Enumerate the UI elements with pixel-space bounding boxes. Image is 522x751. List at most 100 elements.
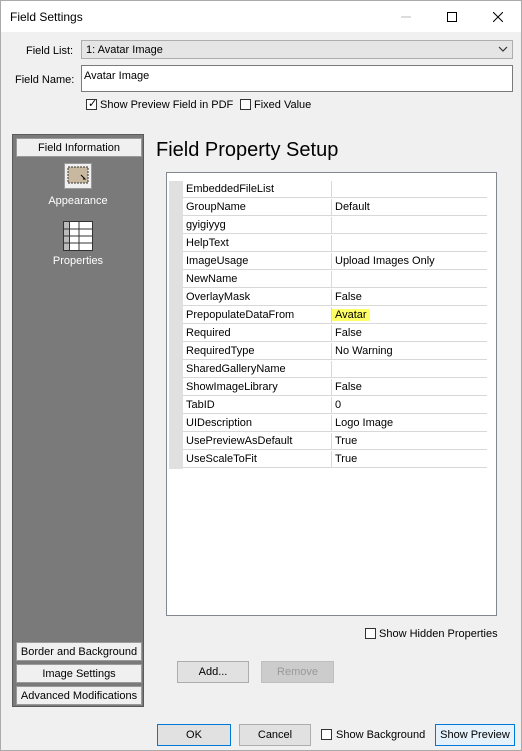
- row-gutter: [169, 307, 183, 325]
- checkmark-icon: ✓: [88, 98, 98, 110]
- property-value[interactable]: False: [332, 325, 487, 342]
- row-gutter: [169, 199, 183, 217]
- row-gutter: [169, 415, 183, 433]
- property-row[interactable]: PrepopulateDataFrom Avatar: [167, 307, 497, 325]
- fixed-value-label: Fixed Value: [254, 99, 312, 111]
- row-gutter: [169, 271, 183, 289]
- chevron-down-icon: [498, 43, 508, 58]
- minimize-button[interactable]: [383, 1, 429, 32]
- fixed-value-checkbox[interactable]: [240, 99, 251, 110]
- maximize-icon: [447, 11, 457, 22]
- show-background-checkbox[interactable]: [321, 729, 332, 740]
- property-value-text: Upload Images Only: [335, 255, 435, 267]
- window-title: Field Settings: [10, 10, 83, 24]
- property-value-text: True: [335, 435, 358, 447]
- property-name: SharedGalleryName: [183, 361, 332, 378]
- property-name: NewName: [183, 271, 332, 288]
- property-row[interactable]: UseScaleToFit True: [167, 451, 497, 469]
- properties-grid-icon: [63, 221, 93, 251]
- property-value-text: False: [335, 327, 362, 339]
- show-preview-field-label: Show Preview Field in PDF: [100, 99, 234, 111]
- property-row[interactable]: ShowImageLibrary False: [167, 379, 497, 397]
- property-row[interactable]: EmbeddedFileList: [167, 181, 497, 199]
- row-gutter: [169, 289, 183, 307]
- field-name-input[interactable]: Avatar Image: [81, 65, 513, 92]
- property-value[interactable]: True: [332, 451, 487, 468]
- add-button[interactable]: Add...: [177, 661, 249, 683]
- maximize-button[interactable]: [429, 1, 475, 32]
- property-row[interactable]: RequiredType No Warning: [167, 343, 497, 361]
- property-name: HelpText: [183, 235, 332, 252]
- property-name: OverlayMask: [183, 289, 332, 306]
- property-name: RequiredType: [183, 343, 332, 360]
- close-icon: [493, 11, 503, 22]
- show-hidden-properties-checkbox[interactable]: [365, 628, 376, 639]
- property-row[interactable]: Required False: [167, 325, 497, 343]
- field-list-label: Field List:: [26, 45, 74, 57]
- show-preview-field-checkbox[interactable]: ✓: [86, 98, 98, 110]
- property-value[interactable]: Avatar: [332, 307, 487, 324]
- cancel-button[interactable]: Cancel: [239, 724, 311, 746]
- property-row[interactable]: OverlayMask False: [167, 289, 497, 307]
- property-value[interactable]: Logo Image: [332, 415, 487, 432]
- property-value[interactable]: False: [332, 379, 487, 396]
- property-value-text: Logo Image: [335, 417, 394, 429]
- row-gutter: [169, 325, 183, 343]
- property-name: ShowImageLibrary: [183, 379, 332, 396]
- property-row[interactable]: UIDescription Logo Image: [167, 415, 497, 433]
- sidebar-item-appearance[interactable]: Appearance: [13, 163, 143, 207]
- property-name: PrepopulateDataFrom: [183, 307, 332, 324]
- property-name: TabID: [183, 397, 332, 414]
- property-value-text: Avatar: [332, 309, 370, 321]
- sidebar-item-properties[interactable]: Properties: [13, 221, 143, 267]
- show-background-label: Show Background: [336, 729, 426, 741]
- property-value-text: No Warning: [335, 345, 393, 357]
- field-information-button[interactable]: Field Information: [16, 138, 142, 157]
- property-value[interactable]: No Warning: [332, 343, 487, 360]
- property-name: gyigiyyg: [183, 217, 332, 234]
- property-row[interactable]: HelpText: [167, 235, 497, 253]
- property-row[interactable]: NewName: [167, 271, 497, 289]
- property-value-text: False: [335, 381, 362, 393]
- row-gutter: [169, 397, 183, 415]
- field-list-value: 1: Avatar Image: [86, 44, 163, 56]
- property-value[interactable]: Upload Images Only: [332, 253, 487, 270]
- sidebar-item-label: Properties: [52, 255, 104, 267]
- property-value[interactable]: 0: [332, 397, 487, 414]
- property-name: UsePreviewAsDefault: [183, 433, 332, 450]
- property-value[interactable]: [332, 271, 487, 288]
- property-row[interactable]: ImageUsage Upload Images Only: [167, 253, 497, 271]
- close-button[interactable]: [475, 1, 521, 32]
- property-value-text: 0: [335, 399, 342, 411]
- border-and-background-button[interactable]: Border and Background: [16, 642, 142, 661]
- property-row[interactable]: TabID 0: [167, 397, 497, 415]
- property-name: UIDescription: [183, 415, 332, 432]
- property-grid[interactable]: EmbeddedFileList GroupName Default gyigiyyg…: [166, 172, 497, 616]
- property-value[interactable]: [332, 181, 487, 198]
- field-name-label: Field Name:: [15, 74, 75, 86]
- property-value[interactable]: [332, 235, 487, 252]
- property-value[interactable]: False: [332, 289, 487, 306]
- property-name: EmbeddedFileList: [183, 181, 332, 198]
- field-list-select[interactable]: 1: Avatar Image: [81, 40, 513, 59]
- remove-button[interactable]: Remove: [261, 661, 334, 683]
- field-name-value: Avatar Image: [84, 70, 150, 82]
- property-row[interactable]: UsePreviewAsDefault True: [167, 433, 497, 451]
- property-name: ImageUsage: [183, 253, 332, 270]
- row-gutter: [169, 361, 183, 379]
- row-gutter: [169, 181, 183, 199]
- row-gutter: [169, 235, 183, 253]
- property-row[interactable]: gyigiyyg: [167, 217, 497, 235]
- property-value[interactable]: [332, 217, 487, 234]
- property-row[interactable]: GroupName Default: [167, 199, 497, 217]
- settings-sidebar: Field Information Appearance Properties …: [12, 134, 144, 707]
- advanced-modifications-button[interactable]: Advanced Modifications: [16, 686, 142, 705]
- property-value[interactable]: Default: [332, 199, 487, 216]
- row-gutter: [169, 253, 183, 271]
- property-value[interactable]: [332, 361, 487, 378]
- property-row[interactable]: SharedGalleryName: [167, 361, 497, 379]
- ok-button[interactable]: OK: [157, 724, 231, 746]
- show-preview-button[interactable]: Show Preview: [435, 724, 515, 746]
- image-settings-button[interactable]: Image Settings: [16, 664, 142, 683]
- property-value[interactable]: True: [332, 433, 487, 450]
